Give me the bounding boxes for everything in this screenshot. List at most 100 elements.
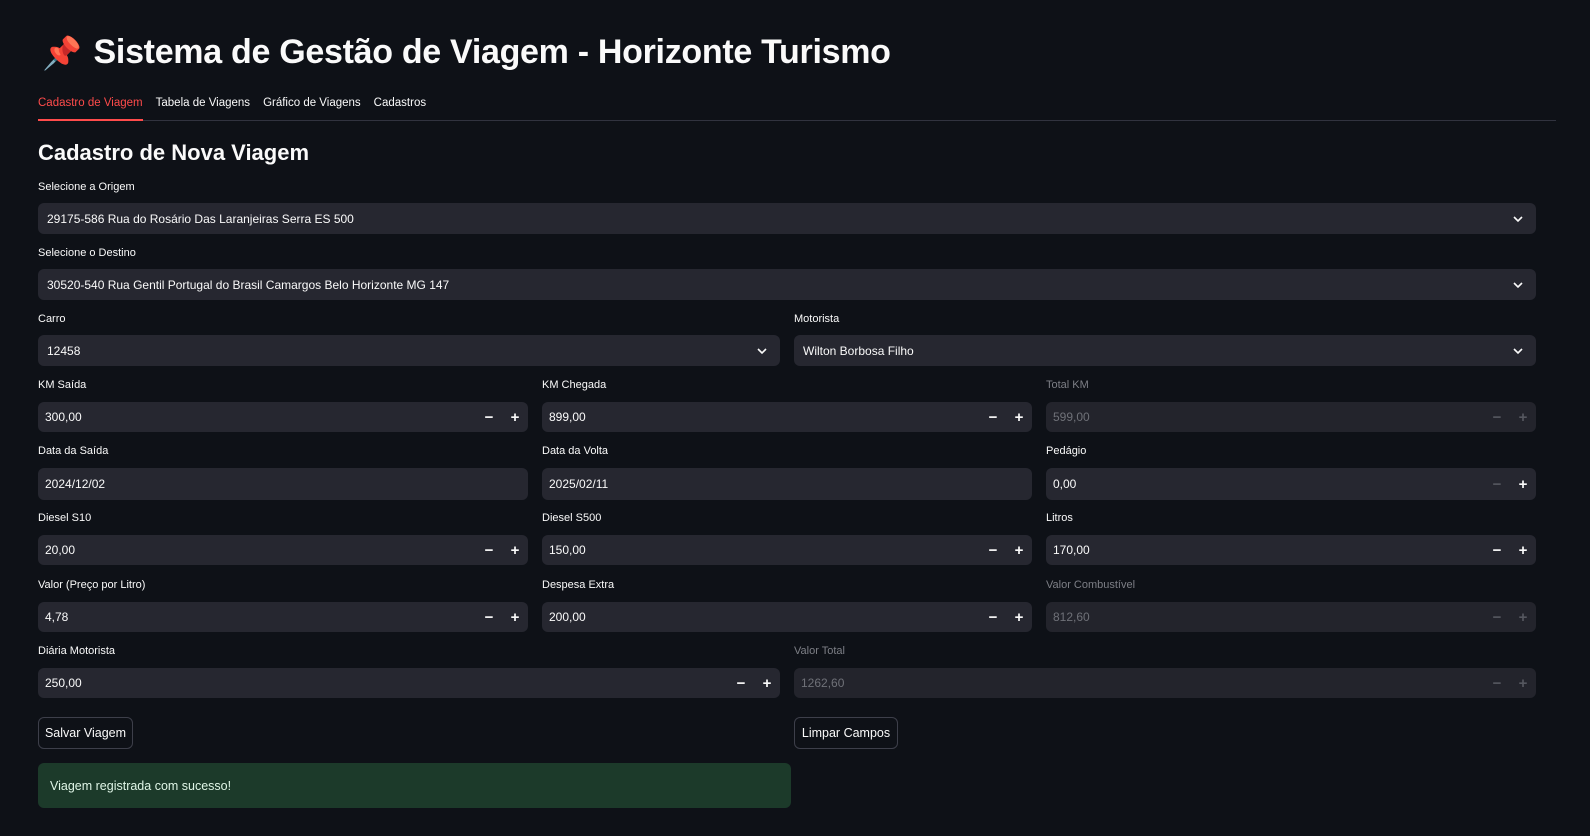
valor-combustivel-input: 812,60 − + (1046, 602, 1536, 632)
motorista-select[interactable]: Wilton Borbosa Filho (794, 335, 1536, 366)
decrement-button: − (1492, 408, 1502, 426)
data-saida-label: Data da Saída (38, 445, 109, 457)
origem-field: Selecione a Origem 29175-586 Rua do Rosá… (38, 178, 1536, 234)
diesel-s500-input[interactable]: 150,00 − + (542, 535, 1032, 565)
diaria-motorista-label: Diária Motorista (38, 645, 116, 657)
carro-field: Carro 12458 (38, 310, 780, 366)
pedagio-label: Pedágio (1046, 445, 1087, 457)
valor-combustivel-field: Valor Combustível 812,60 − + (1046, 576, 1536, 632)
increment-button[interactable]: + (502, 535, 528, 565)
valor-litro-stepper: − + (476, 602, 528, 632)
pedagio-input[interactable]: 0,00 − + (1046, 468, 1536, 500)
motorista-field: Motorista Wilton Borbosa Filho (794, 310, 1536, 366)
section-heading: Cadastro de Nova Viagem (38, 140, 310, 165)
decrement-button[interactable]: − (476, 402, 502, 432)
valor-combustivel-stepper: − + (1484, 602, 1536, 632)
total-km-value: 599,00 (1053, 410, 1090, 424)
valor-litro-input[interactable]: 4,78 − + (38, 602, 528, 632)
tab-bar: Cadastro de Viagem Tabela de Viagens Grá… (38, 92, 1556, 121)
increment-button[interactable]: + (1006, 402, 1032, 432)
data-saida-input[interactable]: 2024/12/02 (38, 468, 528, 500)
chevron-down-icon (1511, 344, 1525, 358)
km-saida-field: KM Saída 300,00 − + (38, 376, 528, 432)
pushpin-icon: 📌 (42, 34, 82, 71)
valor-total-stepper: − + (1484, 668, 1536, 698)
decrement-button[interactable]: − (476, 535, 502, 565)
litros-field: Litros 170,00 − + (1046, 509, 1536, 565)
km-saida-input[interactable]: 300,00 − + (38, 402, 528, 432)
increment-button[interactable]: + (1006, 602, 1032, 632)
valor-litro-label: Valor (Preço por Litro) (38, 579, 146, 591)
valor-litro-value: 4,78 (45, 610, 69, 624)
increment-button: + (1518, 408, 1528, 426)
tab-tabela-viagens[interactable]: Tabela de Viagens (156, 92, 250, 121)
total-km-field: Total KM 599,00 − + (1046, 376, 1536, 432)
litros-label: Litros (1046, 512, 1073, 524)
diesel-s10-field: Diesel S10 20,00 − + (38, 509, 528, 565)
increment-button: + (1518, 674, 1528, 692)
diesel-s500-label: Diesel S500 (542, 512, 602, 524)
diesel-s500-field: Diesel S500 150,00 − + (542, 509, 1032, 565)
decrement-button[interactable]: − (980, 602, 1006, 632)
chevron-down-icon (1511, 212, 1525, 226)
tab-cadastro-viagem[interactable]: Cadastro de Viagem (38, 92, 143, 121)
despesa-extra-value: 200,00 (549, 610, 586, 624)
increment-button[interactable]: + (1510, 468, 1536, 500)
km-saida-value: 300,00 (45, 410, 82, 424)
motorista-label: Motorista (794, 313, 840, 325)
decrement-button[interactable]: − (980, 535, 1006, 565)
valor-combustivel-value: 812,60 (1053, 610, 1090, 624)
despesa-extra-input[interactable]: 200,00 − + (542, 602, 1032, 632)
carro-label: Carro (38, 313, 66, 325)
km-chegada-label: KM Chegada (542, 379, 607, 391)
despesa-extra-field: Despesa Extra 200,00 − + (542, 576, 1032, 632)
diaria-motorista-input[interactable]: 250,00 − + (38, 668, 780, 698)
km-saida-label: KM Saída (38, 379, 87, 391)
decrement-button[interactable]: − (476, 602, 502, 632)
destino-label: Selecione o Destino (38, 247, 136, 259)
litros-input[interactable]: 170,00 − + (1046, 535, 1536, 565)
chevron-down-icon (755, 344, 769, 358)
decrement-button: − (1492, 608, 1502, 626)
carro-select[interactable]: 12458 (38, 335, 780, 366)
tab-grafico-viagens[interactable]: Gráfico de Viagens (263, 92, 361, 121)
litros-value: 170,00 (1053, 543, 1090, 557)
km-chegada-input[interactable]: 899,00 − + (542, 402, 1032, 432)
destino-select[interactable]: 30520-540 Rua Gentil Portugal do Brasil … (38, 269, 1536, 300)
valor-total-value: 1262,60 (801, 676, 845, 690)
save-trip-button[interactable]: Salvar Viagem (38, 717, 133, 749)
page-title-text: Sistema de Gestão de Viagem - Horizonte … (93, 33, 891, 71)
valor-combustivel-label: Valor Combustível (1046, 579, 1136, 591)
increment-button[interactable]: + (502, 402, 528, 432)
decrement-button[interactable]: − (1484, 468, 1510, 500)
diaria-motorista-field: Diária Motorista 250,00 − + (38, 642, 780, 698)
diaria-motorista-value: 250,00 (45, 676, 82, 690)
tab-cadastros[interactable]: Cadastros (374, 92, 426, 121)
success-alert: Viagem registrada com sucesso! (38, 763, 791, 808)
decrement-button[interactable]: − (980, 402, 1006, 432)
data-volta-value: 2025/02/11 (549, 477, 609, 491)
km-chegada-field: KM Chegada 899,00 − + (542, 376, 1032, 432)
diesel-s10-input[interactable]: 20,00 − + (38, 535, 528, 565)
increment-button[interactable]: + (754, 668, 780, 698)
decrement-button: − (1492, 674, 1502, 692)
origem-select[interactable]: 29175-586 Rua do Rosário Das Laranjeiras… (38, 203, 1536, 234)
decrement-button[interactable]: − (1484, 535, 1510, 565)
diesel-s500-stepper: − + (980, 535, 1032, 565)
increment-button[interactable]: + (1006, 535, 1032, 565)
clear-fields-button[interactable]: Limpar Campos (794, 717, 898, 749)
carro-value: 12458 (47, 343, 81, 358)
increment-button[interactable]: + (502, 602, 528, 632)
diesel-s500-value: 150,00 (549, 543, 586, 557)
diesel-s10-label: Diesel S10 (38, 512, 92, 524)
data-volta-input[interactable]: 2025/02/11 (542, 468, 1032, 500)
valor-litro-field: Valor (Preço por Litro) 4,78 − + (38, 576, 528, 632)
valor-total-field: Valor Total 1262,60 − + (794, 642, 1536, 698)
pedagio-stepper: − + (1484, 468, 1536, 500)
origem-value: 29175-586 Rua do Rosário Das Laranjeiras… (47, 211, 354, 226)
valor-total-input: 1262,60 − + (794, 668, 1536, 698)
increment-button[interactable]: + (1510, 535, 1536, 565)
decrement-button[interactable]: − (728, 668, 754, 698)
despesa-extra-stepper: − + (980, 602, 1032, 632)
pedagio-field: Pedágio 0,00 − + (1046, 442, 1536, 500)
